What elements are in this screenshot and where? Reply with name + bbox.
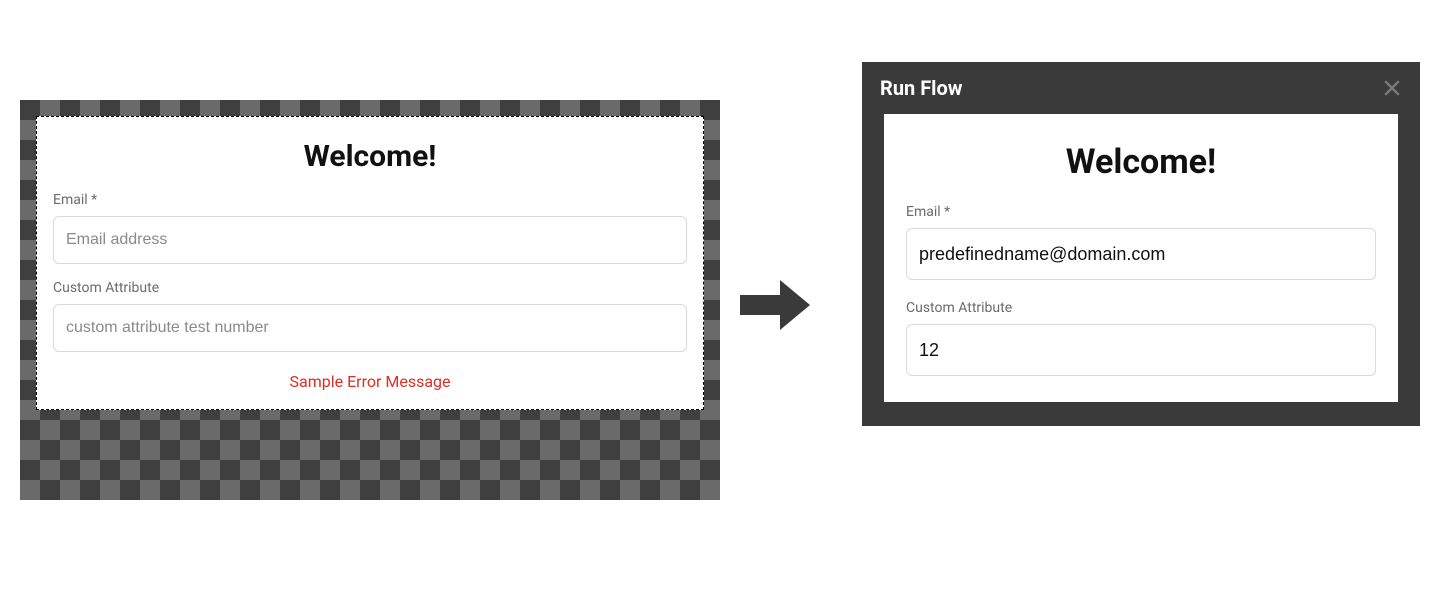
run-flow-window: Run Flow Welcome! Email * Custom Attribu… [862, 62, 1420, 426]
custom-attribute-input[interactable] [53, 304, 687, 352]
error-message: Sample Error Message [53, 372, 687, 391]
email-input[interactable] [53, 216, 687, 264]
run-flow-form: Welcome! Email * Custom Attribute [884, 114, 1398, 402]
email-label: Email * [53, 192, 687, 208]
custom-attribute-input[interactable] [906, 324, 1376, 376]
window-titlebar: Run Flow [862, 62, 1420, 114]
arrow-right-icon [740, 280, 810, 330]
form-title: Welcome! [53, 139, 687, 174]
close-icon[interactable] [1382, 78, 1402, 98]
form-title: Welcome! [906, 142, 1376, 182]
editor-stage: Welcome! Email * Custom Attribute Sample… [20, 100, 720, 500]
custom-attribute-label: Custom Attribute [53, 280, 687, 296]
email-label: Email * [906, 204, 1376, 220]
window-title: Run Flow [880, 76, 962, 100]
form-card: Welcome! Email * Custom Attribute Sample… [36, 116, 704, 410]
email-input[interactable] [906, 228, 1376, 280]
custom-attribute-label: Custom Attribute [906, 300, 1376, 316]
